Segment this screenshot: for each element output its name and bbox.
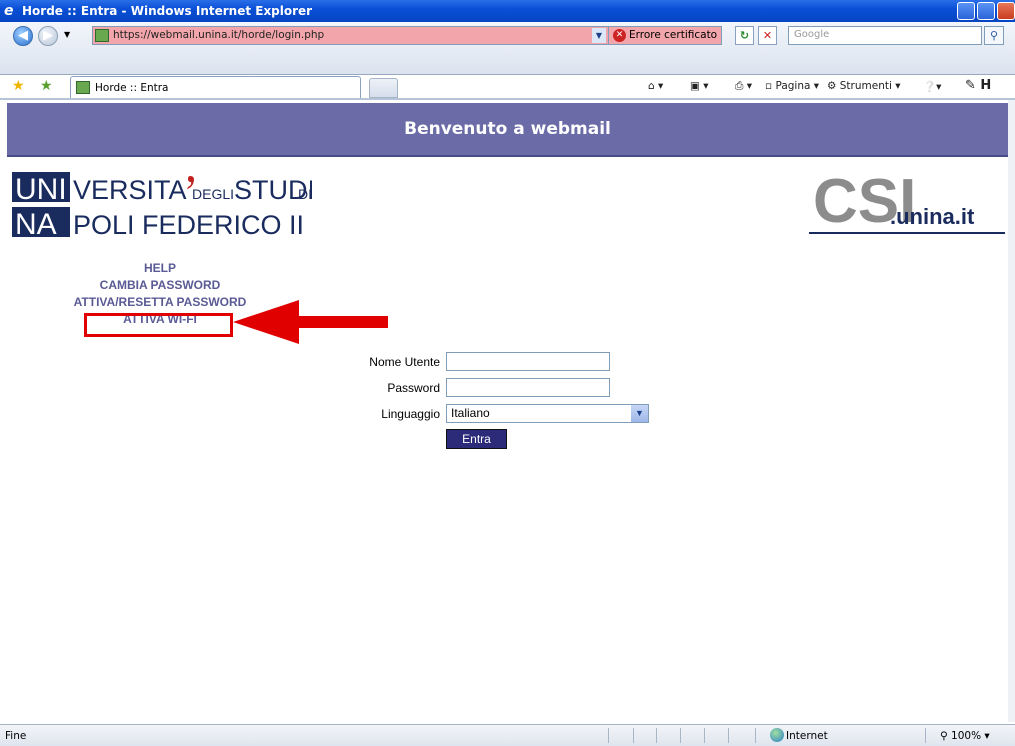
feeds-icon[interactable]: ▣ ▾ (690, 80, 709, 92)
arrow-shape (233, 300, 388, 344)
url-field[interactable]: https://webmail.unina.it/horde/login.php… (92, 26, 609, 45)
print-icon[interactable]: ⎙ ▾ (735, 80, 752, 93)
search-icon[interactable]: ⚲ (984, 26, 1004, 45)
back-button[interactable]: ◀ (13, 26, 33, 46)
logo-na-text: NA (15, 208, 57, 240)
username-label: Nome Utente (369, 355, 440, 369)
login-button[interactable]: Entra (446, 429, 507, 449)
status-separator (608, 728, 609, 743)
toolbar-separator (0, 98, 1015, 100)
username-field[interactable] (446, 352, 610, 371)
minimize-button[interactable] (957, 2, 975, 20)
logo-degli-text: DEGLI (192, 186, 234, 202)
menu-cambia-password[interactable]: CAMBIA PASSWORD (60, 277, 260, 294)
window-title: Horde :: Entra - Windows Internet Explor… (22, 4, 313, 18)
tab-title: Horde :: Entra (95, 82, 169, 94)
password-label: Password (387, 381, 440, 395)
tools-menu-button[interactable]: ⚙ Strumenti ▾ (827, 80, 901, 92)
tab-horde-entra[interactable]: Horde :: Entra (70, 76, 361, 98)
security-zone: Internet (786, 730, 828, 742)
status-separator (728, 728, 729, 743)
favorites-star-icon[interactable]: ★ (12, 78, 25, 94)
certificate-error-icon: ✕ (613, 29, 626, 42)
internet-zone-icon (770, 728, 784, 742)
history-dropdown-icon[interactable]: ▼ (64, 30, 70, 39)
status-separator (925, 728, 926, 743)
university-logo: UNI VERSITA DEGLI STUDI DI NA POLI FEDER… (12, 172, 312, 240)
status-text: Fine (5, 730, 27, 742)
chevron-down-icon[interactable]: ▼ (631, 405, 648, 422)
page-menu-label: Pagina (775, 80, 811, 92)
logo-federico-text: POLI FEDERICO II (73, 210, 304, 240)
status-bar: Fine Internet ⚲ 100% ▾ (0, 724, 1015, 746)
language-value: Italiano (451, 406, 490, 420)
banner-underline (7, 155, 1008, 157)
status-separator (633, 728, 634, 743)
scrollbar[interactable] (1008, 100, 1015, 722)
csi-logo: CSI .unina.it (809, 167, 1005, 236)
close-button[interactable] (997, 2, 1015, 20)
logo-versita-text: VERSITA (73, 175, 187, 205)
menu-help[interactable]: HELP (60, 260, 260, 277)
logo-di-text: DI (298, 186, 312, 202)
site-favicon-icon (95, 29, 109, 42)
page-menu-button[interactable]: ▫ Pagina ▾ (765, 80, 819, 92)
url-text: https://webmail.unina.it/horde/login.php (113, 29, 325, 41)
tab-favicon-icon (76, 81, 90, 94)
refresh-button[interactable]: ↻ (735, 26, 754, 45)
url-dropdown-icon[interactable]: ▼ (592, 28, 606, 43)
search-input[interactable]: Google (788, 26, 982, 45)
status-separator (704, 728, 705, 743)
certificate-error-button[interactable]: ✕ Errore certificato (609, 26, 722, 45)
highlight-box (84, 313, 233, 337)
forward-button[interactable]: ▶ (38, 26, 58, 46)
language-select[interactable]: Italiano ▼ (446, 404, 649, 423)
language-label: Linguaggio (381, 407, 440, 421)
logo-uni-text: UNI (15, 173, 67, 206)
red-arrow-annotation (233, 300, 388, 344)
window-titlebar: e Horde :: Entra - Windows Internet Expl… (0, 0, 1015, 22)
status-separator (680, 728, 681, 743)
password-field[interactable] (446, 378, 610, 397)
research-icon[interactable]: ✎ H (965, 78, 991, 93)
logo-unina-text: .unina.it (890, 204, 975, 229)
ie-logo-icon: e (4, 3, 14, 19)
zoom-value: 100% (951, 730, 982, 742)
tools-menu-label: Strumenti (839, 80, 892, 92)
menu-attiva-resetta-password[interactable]: ATTIVA/RESETTA PASSWORD (60, 294, 260, 311)
zoom-level[interactable]: ⚲ 100% ▾ (940, 730, 990, 742)
stop-button[interactable]: ✕ (758, 26, 777, 45)
status-separator (755, 728, 756, 743)
welcome-banner: Benvenuto a webmail (7, 103, 1008, 155)
certificate-error-label: Errore certificato (629, 29, 718, 41)
home-icon[interactable]: ⌂ ▾ (648, 80, 663, 92)
logo-underline (809, 232, 1005, 234)
add-favorites-icon[interactable]: ★ (40, 78, 53, 94)
maximize-button[interactable] (977, 2, 995, 20)
status-separator (656, 728, 657, 743)
help-icon[interactable]: ❔▾ (923, 80, 941, 93)
new-tab-button[interactable] (369, 78, 398, 98)
